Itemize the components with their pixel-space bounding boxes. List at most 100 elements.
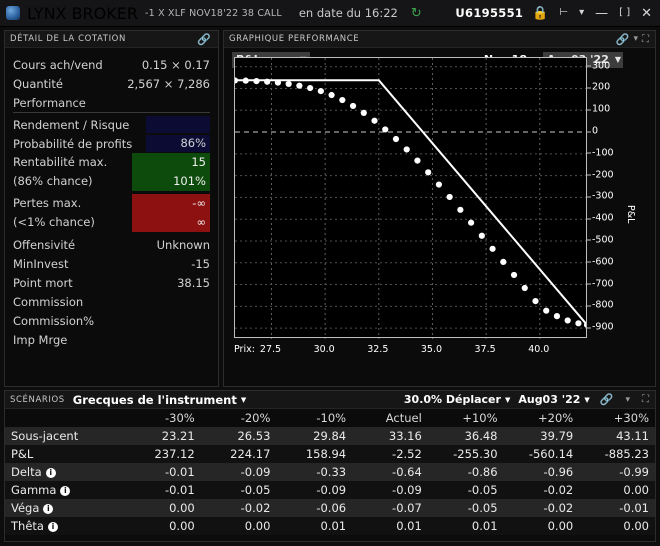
- chart-header: Graphique performance 🔗 ▾ ⛶: [224, 31, 655, 48]
- row-label: P&L: [11, 447, 34, 461]
- row-rendement-risque-value: [146, 116, 210, 133]
- series-point-today: [564, 317, 571, 324]
- scenarios-header: Scénarios Grecques de l'instrument ▼ 30.…: [5, 391, 655, 409]
- y-tick-label: 200: [586, 81, 611, 93]
- pertes-labels: Pertes max. (<1% chance): [13, 194, 95, 232]
- minimize-button[interactable]: —: [593, 7, 610, 20]
- scenarios-date-dropdown[interactable]: Aug03 '22 ▼: [518, 393, 589, 406]
- series-point-today: [467, 219, 475, 226]
- series-point-today: [307, 84, 314, 92]
- row-commission: Commission: [13, 292, 210, 311]
- series-line-expiry: [235, 79, 587, 326]
- table-cell: -0.99: [619, 465, 649, 479]
- link-icon[interactable]: 🔗: [598, 393, 616, 406]
- close-button[interactable]: ✕: [639, 7, 654, 20]
- series-point-today: [521, 284, 528, 292]
- series-point-today: [274, 79, 282, 86]
- y-tick-label: -500: [587, 234, 614, 246]
- x-tick-label: 40.0: [528, 344, 550, 355]
- row-mininvest-label: MinInvest: [13, 256, 69, 271]
- row-offensivite: Offensivité Unknown: [13, 235, 210, 254]
- series-point-today: [235, 77, 239, 84]
- table-cell: -0.02: [543, 483, 574, 497]
- pertes-value-2: ∞: [196, 215, 206, 229]
- performance-section-label: Performance: [13, 93, 210, 113]
- series-point-today: [285, 80, 292, 88]
- series-point-today: [403, 146, 410, 153]
- pertes-value-1: -∞: [192, 196, 206, 210]
- info-icon[interactable]: i: [45, 468, 56, 478]
- table-cell: -0.01: [164, 465, 195, 479]
- table-cell: -0.86: [467, 465, 498, 479]
- lock-icon[interactable]: 🔒: [530, 7, 550, 20]
- table-cell: 26.53: [237, 429, 271, 443]
- y-tick-label: -200: [587, 169, 614, 181]
- scenarios-table-body: Sous-jacent 23.21 26.53 29.84 33.16 36.48 39.7…: [5, 427, 655, 535]
- table-cell: -0.02: [240, 501, 271, 515]
- series-point-today: [510, 271, 518, 279]
- row-commission-pct-label: Commission%: [13, 313, 95, 328]
- expand-icon[interactable]: ⛶: [640, 34, 650, 45]
- row-cours-label: Cours ach/vend: [13, 57, 103, 72]
- info-icon[interactable]: i: [47, 522, 58, 532]
- info-icon[interactable]: i: [43, 504, 54, 514]
- table-cell: -0.01: [164, 483, 195, 497]
- quote-detail-title: Détail de la cotation: [10, 34, 126, 44]
- series-point-today: [478, 232, 485, 239]
- row-point-mort-value: 38.15: [177, 275, 210, 290]
- refresh-icon[interactable]: ↻: [411, 6, 422, 21]
- table-cell: 0.00: [169, 519, 195, 533]
- restore-button[interactable]: [ ]: [617, 8, 632, 18]
- tab-scenarios[interactable]: Scénarios: [10, 395, 65, 405]
- table-row: Véga i 0.00 -0.02 -0.06 -0.07 -0.05 -0.02 -0.01: [5, 499, 655, 517]
- chevron-down-icon[interactable]: ▾: [623, 395, 632, 405]
- contract-label: -1 X XLF NOV18'22 38 CALL: [144, 7, 282, 19]
- column-header: +10%: [427, 409, 504, 427]
- y-tick-label: -300: [587, 190, 614, 202]
- table-cell: -0.02: [543, 501, 574, 515]
- series-point-today: [543, 307, 550, 314]
- rentabilite-value-2: 101%: [173, 174, 206, 188]
- tab-instrument-greeks[interactable]: Grecques de l'instrument ▼: [73, 393, 246, 407]
- info-icon[interactable]: i: [60, 486, 71, 496]
- plot-area[interactable]: [234, 57, 587, 339]
- row-label: Véga i: [5, 499, 125, 517]
- series-point-today: [371, 117, 378, 124]
- table-cell: 0.00: [623, 519, 649, 533]
- pin-icon[interactable]: ⊢: [557, 8, 570, 18]
- link-icon[interactable]: 🔗: [614, 33, 632, 46]
- link-icon[interactable]: 🔗: [195, 33, 213, 46]
- title-bar: LYNX BROKER -1 X XLF NOV18'22 38 CALL en…: [0, 0, 660, 27]
- row-label: Thêta i: [5, 517, 125, 535]
- row-imp-mrge: Imp Mrge: [13, 330, 210, 349]
- brand-label: LYNX BROKER: [27, 3, 138, 23]
- y-tick-label: -100: [587, 147, 614, 159]
- expand-icon[interactable]: ⛶: [640, 394, 650, 405]
- row-commission-pct: Commission%: [13, 311, 210, 330]
- series-point-today: [435, 181, 443, 188]
- series-point-today: [489, 245, 496, 252]
- column-header: +20%: [503, 409, 580, 427]
- y-tick-label: 300: [586, 60, 611, 72]
- chevron-down-icon[interactable]: ▾: [631, 34, 640, 44]
- column-header: [5, 409, 125, 427]
- row-imp-mrge-label: Imp Mrge: [13, 332, 68, 347]
- table-cell: -0.05: [467, 483, 498, 497]
- y-axis: [586, 57, 587, 338]
- table-row: Delta i -0.01 -0.09 -0.33 -0.64 -0.86 -0.96 -0.9…: [5, 463, 655, 481]
- quote-detail-panel: Détail de la cotation 🔗 Cours ach/vend 0…: [4, 30, 219, 387]
- table-cell: -0.06: [316, 501, 347, 515]
- table-cell: -0.05: [467, 501, 498, 515]
- row-offensivite-value: Unknown: [156, 237, 210, 252]
- x-tick-label: 30.0: [313, 344, 335, 355]
- pertes-values: -∞ ∞: [132, 194, 210, 232]
- table-cell: -0.64: [392, 465, 422, 479]
- rentabilite-values: 15 101%: [132, 153, 210, 191]
- pertes-label-2: (<1% chance): [13, 215, 95, 229]
- chevron-down-icon[interactable]: ▾: [577, 8, 586, 18]
- shift-dropdown[interactable]: 30.0% Déplacer ▼: [404, 393, 510, 406]
- globe-icon: [6, 6, 20, 20]
- chevron-down-icon: ▼: [584, 395, 590, 404]
- column-header: -30%: [125, 409, 201, 427]
- table-header-row: -30% -20% -10% Actuel +10% +20% +30%: [5, 409, 655, 427]
